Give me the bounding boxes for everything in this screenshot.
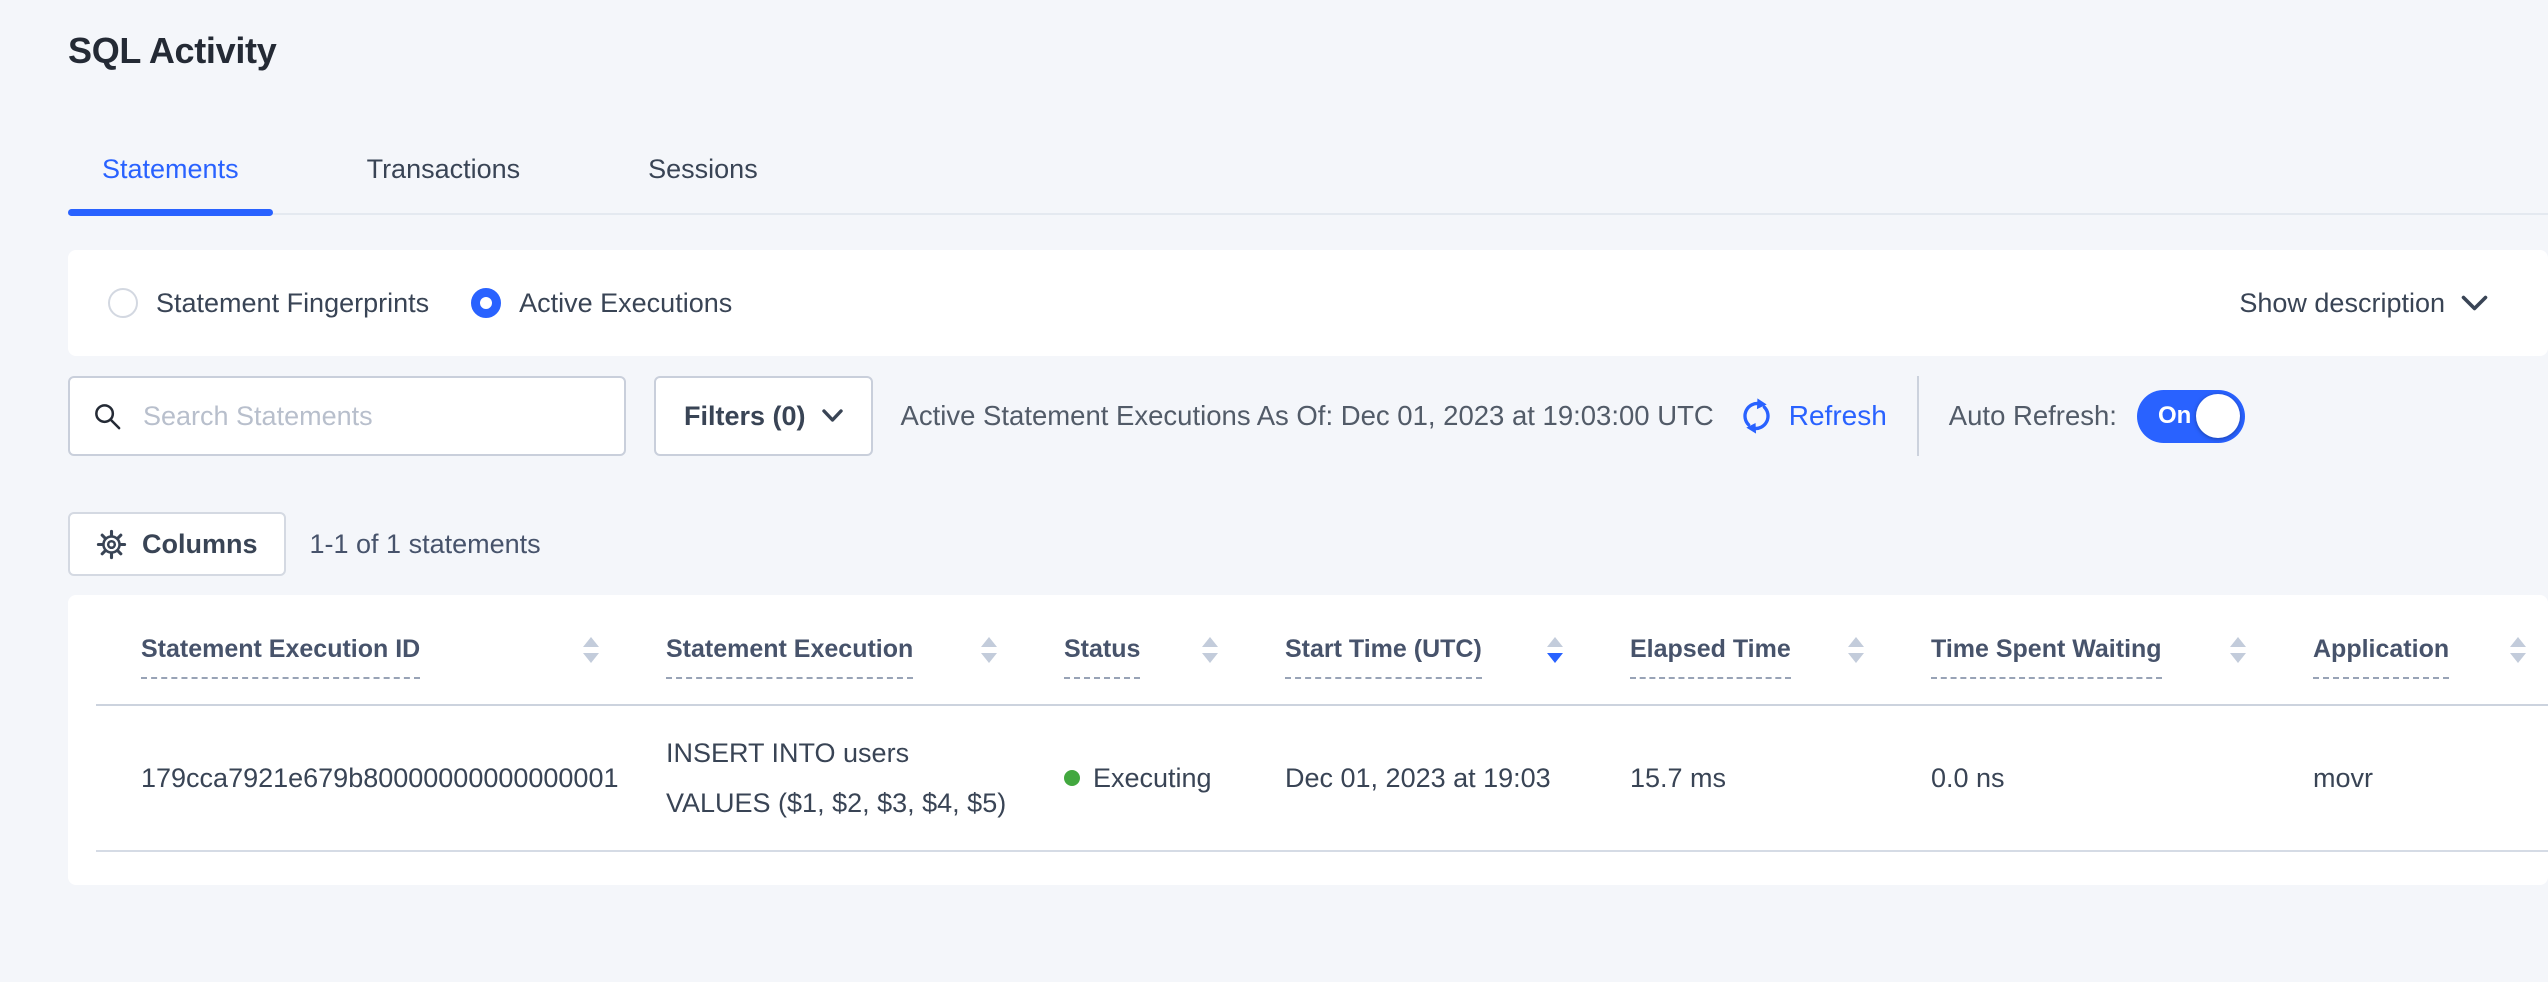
- column-header-elapsed-time[interactable]: Elapsed Time: [1585, 621, 1886, 679]
- cell-elapsed-time: 15.7 ms: [1585, 763, 1886, 794]
- auto-refresh-toggle[interactable]: On: [2137, 390, 2245, 443]
- status-label: Executing: [1093, 763, 1212, 794]
- sort-icon-descending-active: [1547, 637, 1563, 663]
- table-header-row: Statement Execution ID Statement Executi…: [96, 595, 2548, 706]
- gear-icon: [96, 529, 127, 560]
- show-description-label: Show description: [2239, 288, 2445, 319]
- table-controls: Columns 1-1 of 1 statements: [68, 512, 2548, 576]
- column-header-label: Status: [1064, 635, 1140, 679]
- sort-icon: [981, 637, 997, 663]
- sort-icon: [1202, 637, 1218, 663]
- radio-label: Active Executions: [519, 288, 732, 319]
- radio-statement-fingerprints[interactable]: Statement Fingerprints: [108, 288, 429, 319]
- column-header-label: Elapsed Time: [1630, 635, 1791, 679]
- sort-icon: [2230, 637, 2246, 663]
- filter-bar: Filters (0) Active Statement Executions …: [68, 376, 2548, 456]
- search-statements-box: [68, 376, 626, 456]
- refresh-icon: [1738, 396, 1775, 436]
- sql-activity-page: SQL Activity Statements Transactions Ses…: [0, 0, 2548, 982]
- statements-table-card: Statement Execution ID Statement Executi…: [68, 595, 2548, 885]
- sort-icon: [1848, 637, 1864, 663]
- statements-table: Statement Execution ID Statement Executi…: [96, 595, 2548, 852]
- as-of-timestamp: Active Statement Executions As Of: Dec 0…: [901, 400, 1714, 432]
- cell-time-spent-waiting: 0.0 ns: [1886, 763, 2268, 794]
- column-header-label: Application: [2313, 635, 2449, 679]
- column-header-application[interactable]: Application: [2268, 621, 2548, 679]
- chevron-down-icon: [822, 409, 843, 423]
- filters-button[interactable]: Filters (0): [654, 376, 873, 456]
- tab-statements[interactable]: Statements: [68, 154, 273, 213]
- radio-unselected-icon: [108, 288, 138, 318]
- column-header-label: Start Time (UTC): [1285, 635, 1482, 679]
- column-header-start-time[interactable]: Start Time (UTC): [1240, 621, 1585, 679]
- radio-active-executions[interactable]: Active Executions: [471, 288, 732, 319]
- refresh-label: Refresh: [1789, 400, 1887, 432]
- search-input[interactable]: [141, 400, 602, 433]
- sort-icon: [583, 637, 599, 663]
- search-icon: [92, 401, 123, 432]
- cell-execution-id: 179cca7921e679b80000000000000001: [96, 763, 621, 794]
- cell-application: movr: [2268, 763, 2548, 794]
- column-header-label: Statement Execution ID: [141, 635, 420, 679]
- radio-selected-icon: [471, 288, 501, 318]
- tab-transactions[interactable]: Transactions: [333, 154, 555, 213]
- cell-statement: INSERT INTO users VALUES ($1, $2, $3, $4…: [621, 728, 1018, 828]
- chevron-down-icon: [2461, 295, 2488, 312]
- tab-sessions[interactable]: Sessions: [614, 154, 792, 213]
- column-header-status[interactable]: Status: [1019, 621, 1240, 679]
- result-count: 1-1 of 1 statements: [310, 529, 541, 560]
- toggle-knob-icon: [2196, 394, 2240, 438]
- auto-refresh-label: Auto Refresh:: [1949, 400, 2117, 432]
- view-options-card: Statement Fingerprints Active Executions…: [68, 250, 2548, 356]
- columns-label: Columns: [142, 529, 258, 560]
- cell-status: Executing: [1019, 763, 1240, 794]
- column-header-statement-execution[interactable]: Statement Execution: [621, 621, 1019, 679]
- refresh-button[interactable]: Refresh: [1738, 396, 1887, 436]
- column-header-statement-execution-id[interactable]: Statement Execution ID: [96, 621, 621, 679]
- table-row[interactable]: 179cca7921e679b80000000000000001 INSERT …: [96, 706, 2548, 852]
- sort-icon: [2510, 637, 2526, 663]
- toggle-state-label: On: [2158, 402, 2191, 430]
- cell-start-time: Dec 01, 2023 at 19:03: [1240, 763, 1585, 794]
- column-header-label: Statement Execution: [666, 635, 913, 679]
- columns-button[interactable]: Columns: [68, 512, 286, 576]
- column-header-label: Time Spent Waiting: [1931, 635, 2162, 679]
- page-title: SQL Activity: [68, 30, 276, 72]
- status-dot-icon: [1064, 770, 1080, 786]
- tab-bar: Statements Transactions Sessions: [68, 120, 2548, 215]
- filters-label: Filters (0): [684, 401, 806, 432]
- vertical-divider: [1917, 376, 1919, 456]
- radio-label: Statement Fingerprints: [156, 288, 429, 319]
- show-description-toggle[interactable]: Show description: [2239, 288, 2488, 319]
- column-header-time-spent-waiting[interactable]: Time Spent Waiting: [1886, 621, 2268, 679]
